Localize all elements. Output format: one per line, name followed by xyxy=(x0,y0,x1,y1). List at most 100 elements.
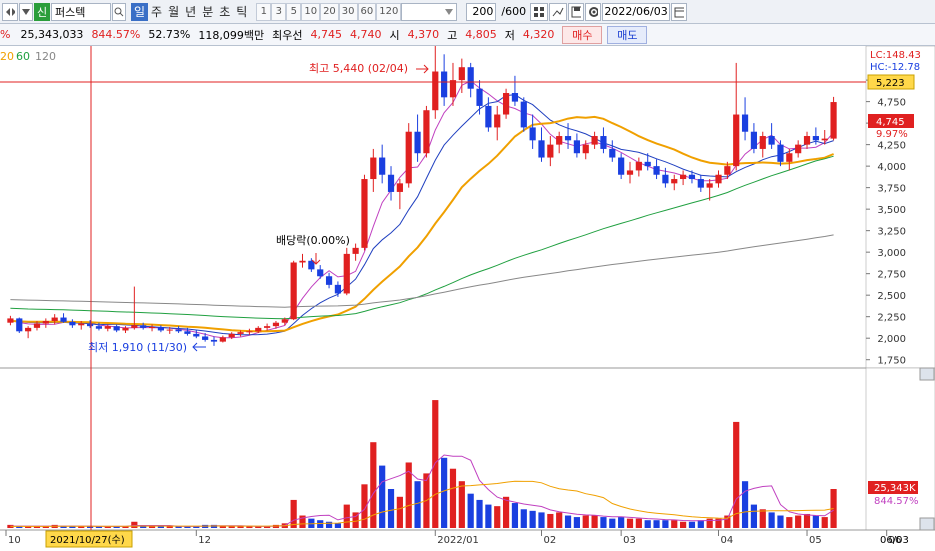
x-tick-label: 02 xyxy=(543,535,556,546)
price-volume-chart[interactable]: 20 60 120 5,0004,7504,5004,2504,0003,750… xyxy=(0,42,935,548)
minute-select[interactable] xyxy=(401,2,458,21)
candle-body xyxy=(502,93,510,115)
minute-option-3[interactable]: 10 xyxy=(301,2,321,21)
volume-bar xyxy=(290,499,297,528)
period-tab-1[interactable]: 주 xyxy=(148,3,165,21)
sell-button[interactable]: 매도 xyxy=(607,25,648,44)
candle-body xyxy=(42,320,49,324)
chart-area[interactable]: 20 60 120 5,0004,7504,5004,2504,0003,750… xyxy=(0,42,935,551)
minute-option-5[interactable]: 30 xyxy=(338,2,358,21)
candle-body xyxy=(175,329,182,332)
candle-body xyxy=(95,326,103,329)
quote-bar: % 25,343,033 844.57% 52.73% 118,099백만 최우… xyxy=(0,24,935,46)
y-tick-label: 2,250 xyxy=(877,313,906,324)
gear-icon[interactable] xyxy=(585,2,602,21)
search-icon[interactable] xyxy=(112,2,126,21)
period-tab-3[interactable]: 년 xyxy=(182,3,199,21)
volume-bar xyxy=(803,513,811,528)
ma20-legend: 20 xyxy=(0,50,14,63)
candle-body xyxy=(786,153,793,162)
candle-body xyxy=(299,260,306,263)
low-price: 4,320 xyxy=(522,28,555,41)
y-tick-label: 3,000 xyxy=(877,248,906,259)
minute-option-6[interactable]: 60 xyxy=(357,2,377,21)
volume-bar xyxy=(662,520,669,528)
scroll-up-button[interactable] xyxy=(919,367,935,381)
volume-bar xyxy=(157,526,164,528)
candle-body xyxy=(759,136,766,149)
candle-body xyxy=(69,321,76,326)
volume-bar xyxy=(741,481,749,528)
grid-icon[interactable] xyxy=(530,2,549,21)
candle-body xyxy=(51,317,58,321)
volume-bar xyxy=(795,515,802,528)
candle-body xyxy=(25,327,32,332)
candle-body xyxy=(715,174,722,184)
minute-option-2[interactable]: 5 xyxy=(286,2,302,21)
hc-label: HC:-12.78 xyxy=(870,62,920,73)
candle-body xyxy=(272,322,280,327)
change-pct-clipped: % xyxy=(0,28,11,41)
minute-option-0[interactable]: 1 xyxy=(256,2,272,21)
volume-bar xyxy=(458,481,465,528)
date-field[interactable]: 2022/06/03 xyxy=(602,2,671,21)
candle-body xyxy=(60,317,67,322)
volume-bar xyxy=(449,468,457,528)
calendar-icon[interactable] xyxy=(671,2,688,21)
candle-body xyxy=(706,183,713,188)
candle-body xyxy=(635,161,642,171)
volume-bar xyxy=(733,421,740,528)
volume-bar xyxy=(396,496,403,528)
period-tab-2[interactable]: 월 xyxy=(165,3,182,21)
minute-option-7[interactable]: 120 xyxy=(376,2,402,21)
high-price: 4,805 xyxy=(465,28,497,41)
x-tick-label: 04 xyxy=(721,535,734,546)
buy-button[interactable]: 매수 xyxy=(562,25,603,44)
volume-bar xyxy=(786,517,793,528)
candle-body xyxy=(591,136,598,145)
save-icon[interactable] xyxy=(568,2,585,21)
y-tick-label: 4,000 xyxy=(877,162,906,173)
volume-bar xyxy=(564,515,572,528)
turnover-rate: 52.73% xyxy=(148,28,191,41)
minute-option-1[interactable]: 3 xyxy=(271,2,287,21)
candle-body xyxy=(237,332,244,334)
count-input[interactable]: 200 xyxy=(466,2,497,21)
volume-bar xyxy=(591,515,598,528)
period-tab-5[interactable]: 초 xyxy=(216,3,233,21)
minute-option-4[interactable]: 20 xyxy=(320,2,339,21)
candle-body xyxy=(33,323,41,328)
draw-line-icon[interactable] xyxy=(549,2,568,21)
candle-body xyxy=(547,144,554,158)
candle-body xyxy=(78,323,85,326)
scroll-down-button[interactable] xyxy=(919,517,935,531)
dropdown-icon[interactable] xyxy=(19,2,33,21)
minute-options: 1 3 5 10 20 30 60 120 xyxy=(256,2,402,21)
period-tab-0[interactable]: 일 xyxy=(131,2,149,21)
period-tab-6[interactable]: 틱 xyxy=(233,3,250,21)
selected-date-label: 2021/10/27(수) xyxy=(50,534,125,546)
chart-toolbar: 신 퍼스텍 일주월년분초틱 1 3 5 10 20 30 60 120 200 /600 20… xyxy=(0,0,935,24)
volume-value: 25,343,033 xyxy=(20,28,84,41)
period-tab-4[interactable]: 분 xyxy=(199,3,216,21)
candle-body xyxy=(564,136,572,141)
candle-body xyxy=(458,67,465,81)
high-label: 고 xyxy=(447,28,458,42)
candle-body xyxy=(538,140,545,158)
stock-name-field[interactable]: 퍼스텍 xyxy=(51,2,111,21)
volume-bar xyxy=(538,512,545,528)
volume-bar xyxy=(750,504,758,528)
candle-body xyxy=(405,131,412,184)
y-tick-label: 3,500 xyxy=(877,205,906,216)
candle-body xyxy=(626,170,634,175)
candle-body xyxy=(414,131,421,154)
candle-body xyxy=(396,183,403,192)
candle-body xyxy=(131,325,138,328)
volume-bar xyxy=(759,509,766,528)
candle-body xyxy=(768,136,775,145)
y-tick-label: 1,750 xyxy=(877,356,906,367)
volume-bar xyxy=(494,506,501,528)
nav-arrows-icon[interactable] xyxy=(2,2,18,21)
ma120-legend: 120 xyxy=(35,50,56,63)
volume-bar xyxy=(219,526,226,528)
